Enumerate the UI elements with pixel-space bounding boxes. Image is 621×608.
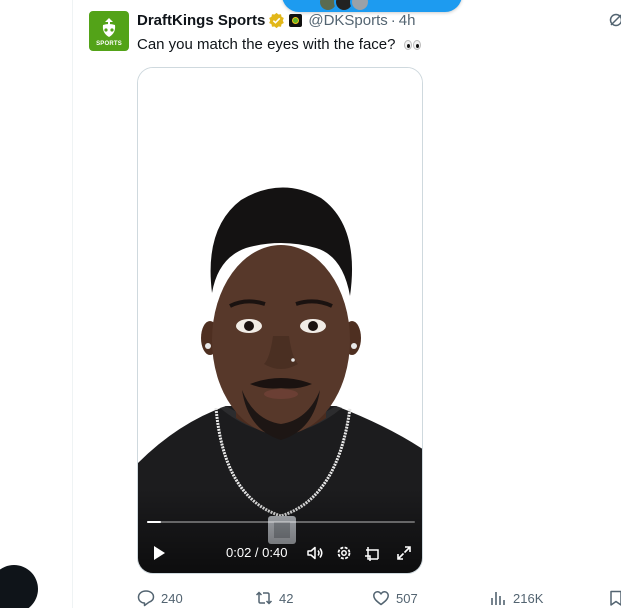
volume-icon[interactable] [306,544,324,562]
author-avatar[interactable]: SPORTS [89,11,129,51]
progress-fill [147,521,162,523]
reply-button[interactable]: 240 [137,589,183,607]
settings-icon[interactable] [335,544,353,562]
author-name[interactable]: DraftKings Sports [137,12,265,29]
repost-count: 42 [279,590,294,606]
player-photo [138,68,422,573]
timestamp[interactable]: 4h [399,12,416,29]
fullscreen-icon[interactable] [395,544,413,562]
verified-badge-icon[interactable] [268,12,285,29]
play-icon[interactable] [152,545,166,561]
timeline-border [72,0,73,608]
pip-icon[interactable] [363,544,381,562]
avatar-label: SPORTS [96,41,122,47]
repost-button[interactable]: 42 [255,589,293,607]
like-count: 507 [396,590,418,606]
separator: · [390,11,396,29]
view-count: 216K [513,590,544,606]
like-icon [373,591,389,606]
bookmark-button[interactable] [607,589,621,607]
like-button[interactable]: 507 [372,589,418,607]
author-handle[interactable]: @DKSports [308,12,387,29]
views-button[interactable]: 216K [489,589,543,607]
eyes-emoji-icon [403,40,421,51]
video-player[interactable]: 0:02 / 0:40 [137,67,423,574]
tweet-text-content: Can you match the eyes with the face? [137,36,396,53]
affiliate-badge-icon[interactable] [289,13,303,27]
reply-icon [137,590,155,607]
bookmark-icon [610,590,621,606]
tweet-header: DraftKings Sports @DKSports · 4h [137,10,415,30]
account-switcher-button[interactable] [0,565,38,608]
repost-icon [255,591,273,605]
tweet-text: Can you match the eyes with the face? [137,36,421,53]
video-time: 0:02 / 0:40 [226,545,288,560]
reply-count: 240 [161,590,183,606]
progress-bar[interactable] [147,521,415,523]
grok-icon[interactable] [608,12,621,28]
views-icon [491,592,505,605]
